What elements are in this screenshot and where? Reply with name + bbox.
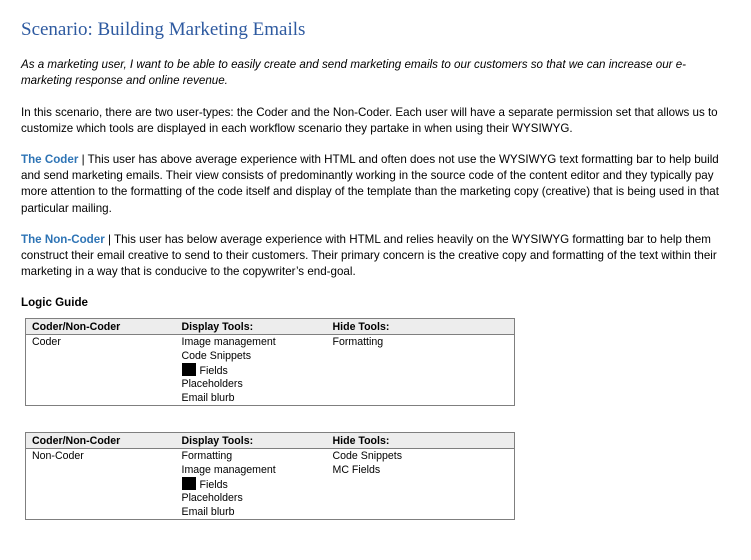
display-tool-item: Image management (181, 336, 276, 348)
user-story: As a marketing user, I want to be able t… (21, 58, 687, 88)
header-display-tools: Display Tools: (175, 432, 327, 449)
user-type-value: Coder (32, 336, 61, 348)
display-tool-item-redacted: Fields (181, 477, 321, 491)
header-user-type: Coder/Non-Coder (25, 318, 176, 335)
display-tool-item: Placeholders (181, 378, 243, 390)
display-tool-item: Email blurb (181, 392, 235, 404)
user-type-value: Non-Coder (32, 450, 84, 462)
header-display-tools: Display Tools: (175, 318, 327, 335)
hide-tool-item: Code Snippets (332, 450, 403, 462)
display-tool-item: Email blurb (181, 506, 235, 518)
display-tool-item: Placeholders (181, 492, 243, 504)
coder-description: This user has above average experience w… (21, 153, 719, 215)
hide-tools-cell: Code Snippets MC Fields (327, 449, 515, 520)
hide-tool-item: Formatting (332, 336, 384, 348)
intro-paragraph: In this scenario, there are two user-typ… (21, 106, 718, 136)
logic-guide-heading: Logic Guide (21, 296, 88, 309)
non-coder-term: The Non-Coder (21, 233, 105, 246)
hide-tools-cell: Formatting (327, 335, 515, 406)
coder-paragraph: The Coder | This user has above average … (21, 152, 733, 217)
display-tool-item: Image management (181, 464, 276, 476)
redaction-box (181, 363, 196, 376)
table-row: Non-Coder Formatting Image management Fi… (26, 449, 515, 520)
table-header-row: Coder/Non-Coder Display Tools: Hide Tool… (25, 432, 515, 449)
document-title: Scenario: Building Marketing Emails (21, 19, 306, 40)
table-row: Coder Image management Code Snippets Fie… (26, 335, 515, 406)
logic-table-coder: Coder/Non-Coder Display Tools: Hide Tool… (25, 318, 515, 406)
redaction-box (181, 477, 196, 490)
display-tools-cell: Image management Code Snippets Fields Pl… (176, 335, 327, 406)
document-page: Scenario: Building Marketing Emails As a… (0, 0, 751, 560)
coder-term: The Coder (21, 153, 79, 166)
table-header-row: Coder/Non-Coder Display Tools: Hide Tool… (25, 318, 515, 335)
display-tool-label: Fields (199, 365, 228, 377)
header-hide-tools: Hide Tools: (326, 318, 515, 335)
header-hide-tools: Hide Tools: (326, 432, 515, 449)
non-coder-separator: | (104, 233, 114, 246)
display-tool-item: Formatting (181, 450, 233, 462)
hide-tool-item: MC Fields (332, 464, 381, 476)
display-tool-item-redacted: Fields (181, 363, 321, 377)
logic-table-non-coder: Coder/Non-Coder Display Tools: Hide Tool… (25, 432, 515, 520)
display-tools-cell: Formatting Image management Fields Place… (176, 449, 327, 520)
coder-separator: | (78, 153, 88, 166)
user-type-cell: Coder (26, 335, 176, 406)
user-type-cell: Non-Coder (26, 449, 176, 520)
non-coder-paragraph: The Non-Coder | This user has below aver… (21, 232, 733, 281)
non-coder-description: This user has below average experience w… (21, 233, 717, 279)
display-tool-item: Code Snippets (181, 350, 252, 362)
header-user-type: Coder/Non-Coder (25, 432, 176, 449)
display-tool-label: Fields (199, 479, 228, 491)
